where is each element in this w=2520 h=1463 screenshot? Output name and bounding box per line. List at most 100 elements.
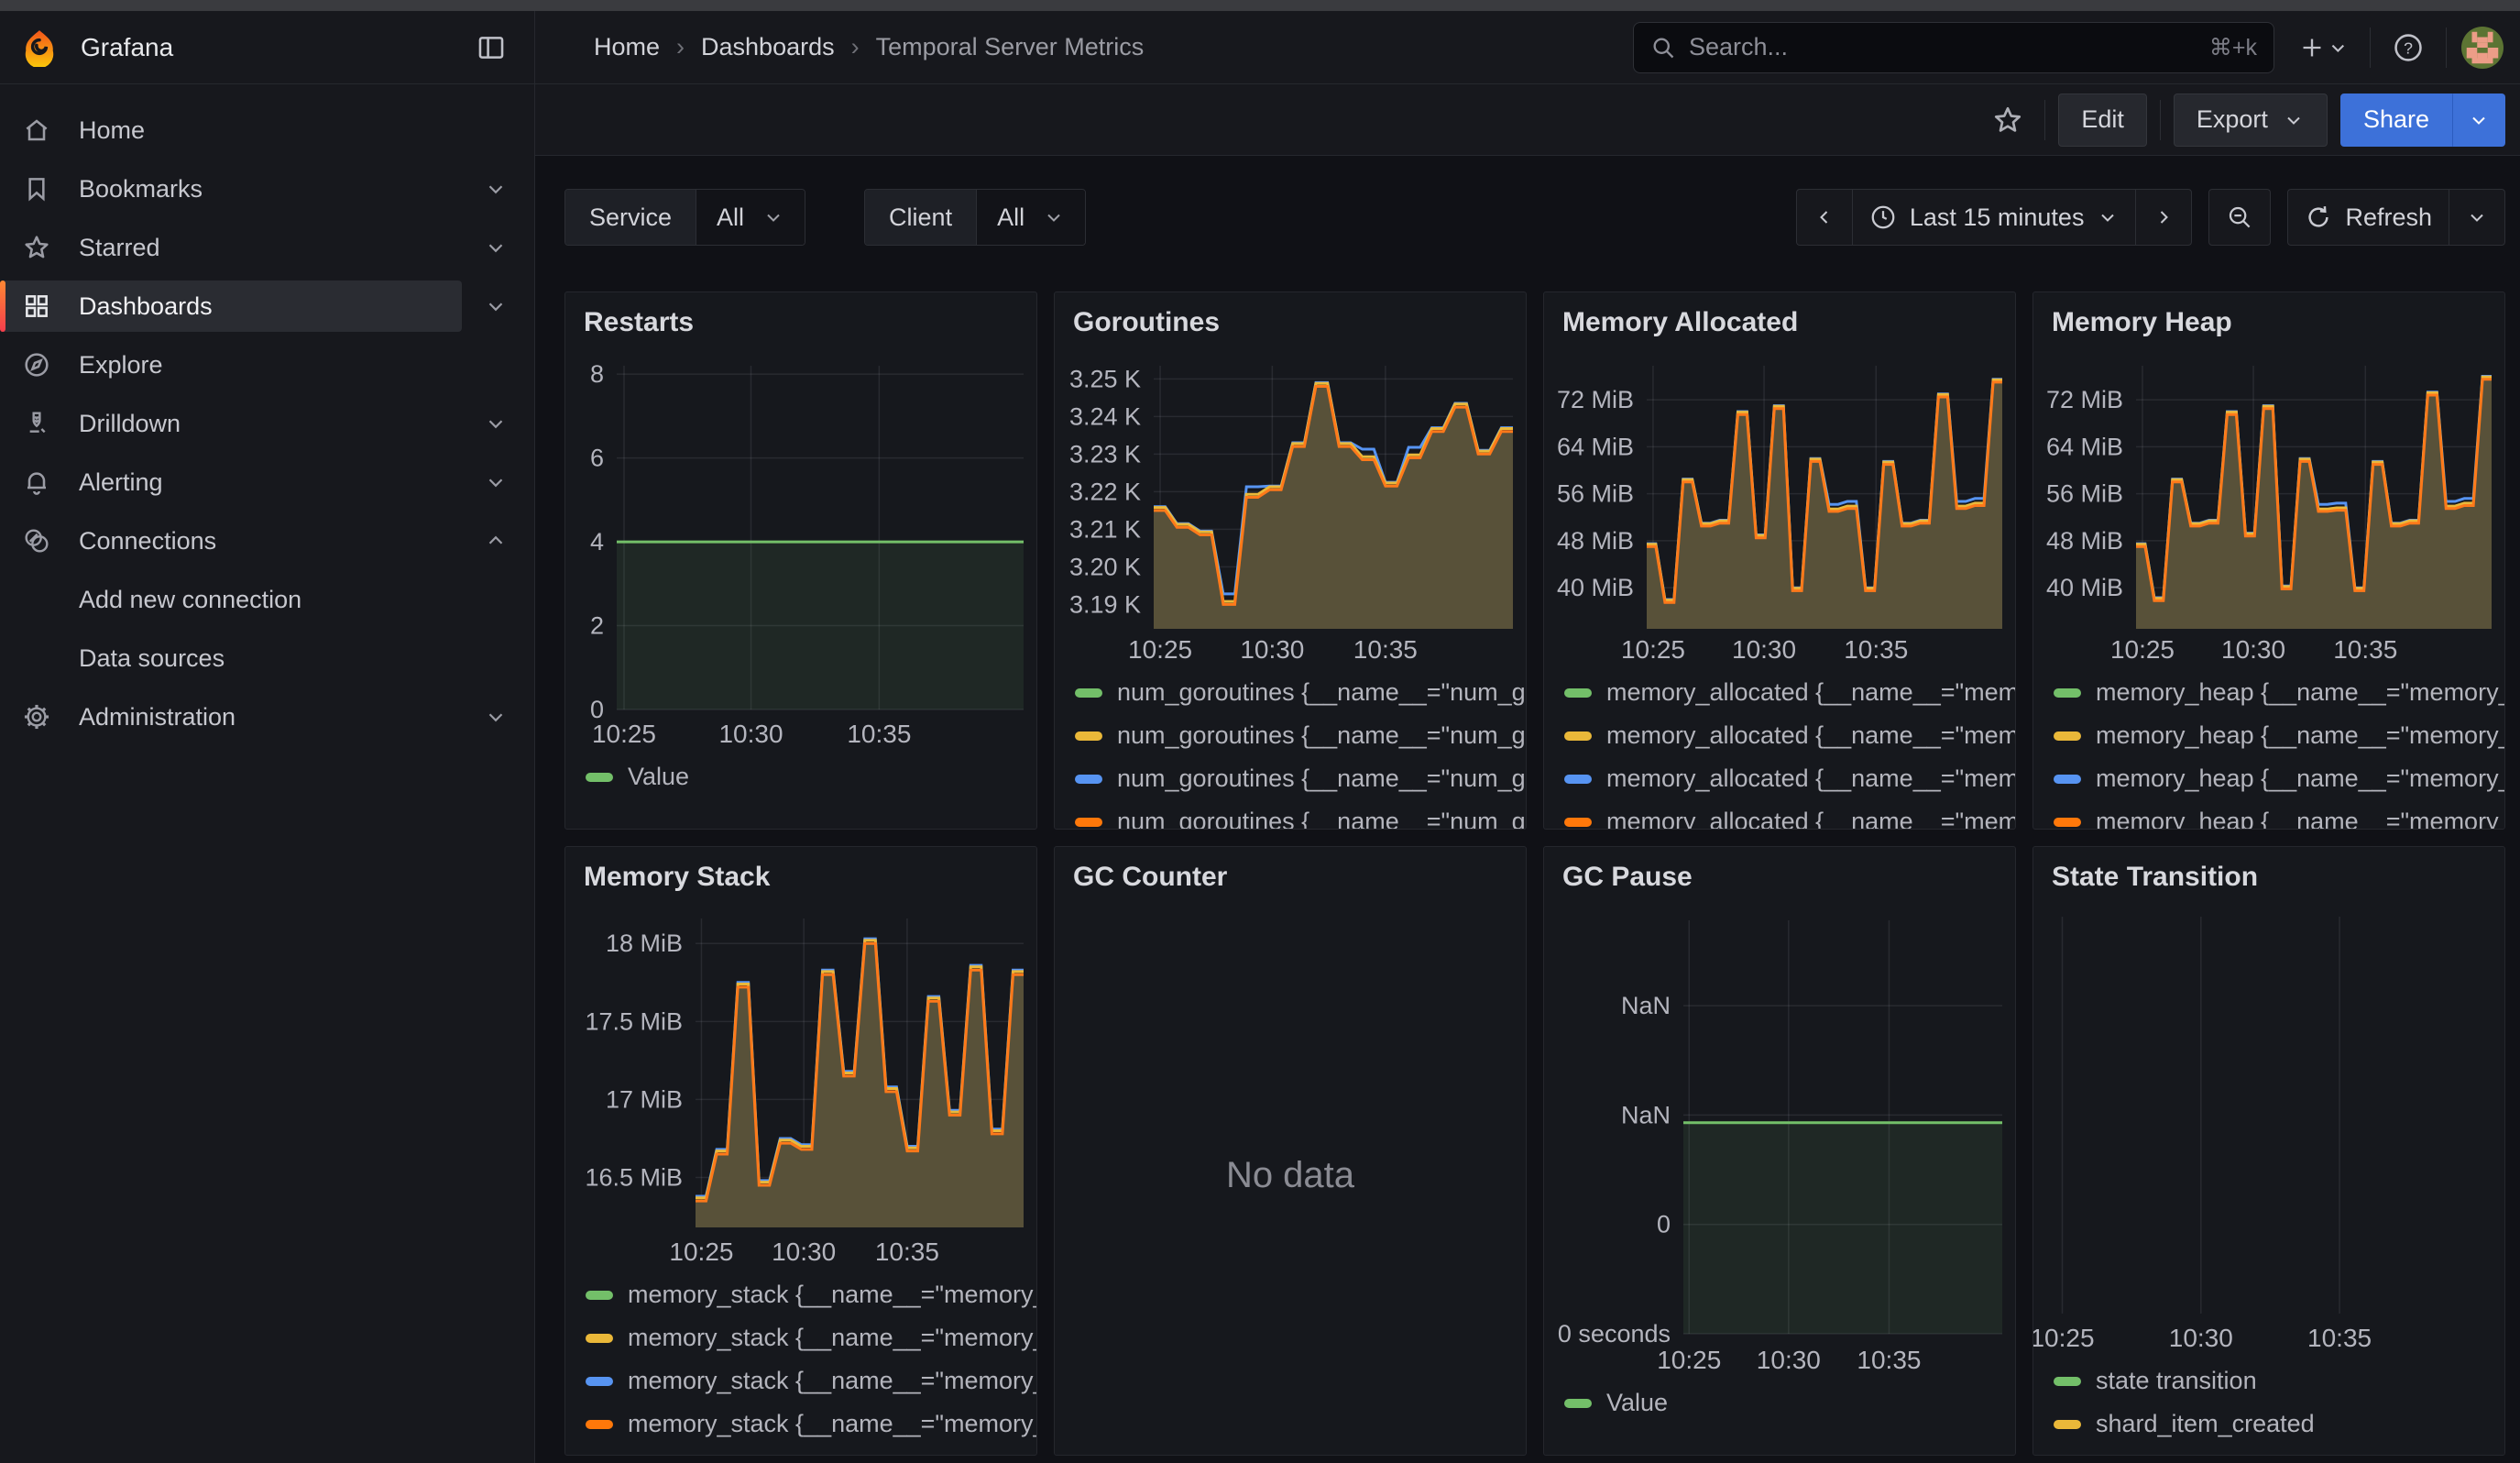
chevron-down-icon[interactable] [479,294,512,318]
variable-service-value[interactable]: All [696,190,805,245]
legend-item[interactable]: num_goroutines {__name__="num_go [1075,800,1526,829]
time-range-group: Last 15 minutes [1796,189,2193,246]
legend-item[interactable]: memory_allocated {__name__="memo [1564,757,2015,800]
legend-item[interactable]: memory_heap {__name__="memory_h [2054,671,2504,714]
help-icon[interactable]: ? [2385,25,2431,71]
gear-icon [22,702,51,732]
legend-color-swatch [2054,1377,2081,1386]
dock-sidebar-icon[interactable] [468,25,514,71]
chevron-down-icon[interactable] [479,705,512,729]
breadcrumb-home[interactable]: Home [594,33,660,61]
legend-item[interactable]: memory_stack {__name__="memory_s [586,1359,1036,1402]
legend-color-swatch [1075,775,1102,784]
variable-client-value[interactable]: All [977,190,1085,245]
chevron-down-icon[interactable] [479,412,512,435]
time-shift-back-button[interactable] [1797,190,1852,245]
panel-memory-heap: Memory Heap 40 MiB48 MiB56 MiB64 MiB72 M… [2032,292,2505,830]
sidebar-item-data-sources[interactable]: Data sources [0,629,534,688]
panel-title[interactable]: Restarts [565,292,1036,342]
legend-item[interactable]: memory_allocated {__name__="memo [1564,800,2015,829]
zoom-out-button[interactable] [2209,190,2270,245]
legend-item[interactable]: num_goroutines {__name__="num_go [1075,714,1526,757]
active-accent-bar [0,280,5,332]
time-shift-forward-button[interactable] [2135,190,2191,245]
legend-item[interactable]: num_goroutines {__name__="num_go [1075,757,1526,800]
share-dropdown-button[interactable] [2452,94,2505,147]
legend-item[interactable]: memory_stack {__name__="memory_s [586,1402,1036,1446]
legend-item[interactable]: memory_heap {__name__="memory_h [2054,714,2504,757]
svg-text:10:25: 10:25 [1621,635,1685,664]
svg-text:40 MiB: 40 MiB [2046,574,2123,601]
user-avatar[interactable] [2461,27,2504,69]
legend-item[interactable]: state transition [2054,1359,2504,1402]
svg-text:72 MiB: 72 MiB [2046,386,2123,413]
sidebar-item-drilldown[interactable]: Drilldown [0,394,534,453]
chevron-down-icon[interactable] [479,177,512,201]
svg-text:10:25: 10:25 [2110,635,2175,664]
legend: Value [565,755,1036,829]
legend-color-swatch [2054,732,2081,741]
share-button[interactable]: Share [2340,94,2452,147]
legend-item[interactable]: Value [1564,1381,2015,1424]
sidebar-item-administration[interactable]: Administration [0,688,534,746]
legend: Value [1544,1381,2015,1455]
export-button[interactable]: Export [2174,94,2328,147]
sidebar-item-bookmarks[interactable]: Bookmarks [0,160,534,218]
refresh-icon [2305,204,2332,231]
dashboard-toolbar: Edit Export Share [535,84,2520,156]
legend-item[interactable]: memory_allocated {__name__="memo [1564,714,2015,757]
chevron-down-icon[interactable] [479,236,512,259]
sidebar-item-starred[interactable]: Starred [0,218,534,277]
clock-icon [1869,204,1897,231]
divider [2370,28,2371,68]
legend-item[interactable]: memory_stack {__name__="memory_s [586,1316,1036,1359]
sidebar-item-add-new-connection[interactable]: Add new connection [0,570,534,629]
chevron-up-icon[interactable] [479,529,512,553]
sidebar-item-alerting[interactable]: Alerting [0,453,534,512]
panel-title[interactable]: Memory Stack [565,847,1036,896]
svg-text:3.22 K: 3.22 K [1069,478,1141,505]
add-new-button[interactable] [2293,27,2355,69]
svg-text:10:35: 10:35 [1857,1346,1921,1374]
panel-title[interactable]: Memory Allocated [1544,292,2015,342]
panel-title[interactable]: GC Counter [1055,847,1526,896]
breadcrumb-dashboards[interactable]: Dashboards [701,33,835,61]
sidebar-item-dashboards[interactable]: Dashboards [0,277,534,336]
legend-item[interactable]: memory_heap {__name__="memory_h [2054,757,2504,800]
sidebar-item-connections[interactable]: Connections [0,512,534,570]
legend-item[interactable]: Value [586,755,1036,798]
favorite-star-icon[interactable] [1984,96,2032,144]
search-input[interactable] [1689,33,2209,61]
svg-text:10:30: 10:30 [1757,1346,1821,1374]
grafana-logo-icon[interactable] [20,28,59,67]
search-box[interactable]: ⌘+k [1633,22,2274,73]
legend-item[interactable]: shard_item_created [2054,1402,2504,1446]
legend-item[interactable]: num_goroutines {__name__="num_go [1075,671,1526,714]
top-nav-right: Home › Dashboards › Temporal Server Metr… [535,11,2520,83]
svg-text:64 MiB: 64 MiB [2046,433,2123,460]
svg-text:10:25: 10:25 [592,720,656,748]
time-range-picker[interactable]: Last 15 minutes [1852,190,2136,245]
legend-color-swatch [1075,732,1102,741]
panel-title[interactable]: Memory Heap [2033,292,2504,342]
legend-item[interactable]: memory_allocated {__name__="memo [1564,671,2015,714]
brand-name[interactable]: Grafana [81,33,173,62]
edit-button[interactable]: Edit [2058,94,2147,147]
chevron-down-icon[interactable] [479,470,512,494]
breadcrumb-separator: › [851,33,860,61]
panel-title[interactable]: State Transition [2033,847,2504,896]
refresh-button[interactable]: Refresh [2288,190,2449,245]
svg-text:56 MiB: 56 MiB [1557,480,1634,508]
sidebar-item-home[interactable]: Home [0,101,534,160]
legend-item[interactable]: memory_heap {__name__="memory_h [2054,800,2504,829]
divider [2044,100,2045,140]
legend-color-swatch [1564,1399,1592,1408]
svg-text:10:30: 10:30 [2169,1324,2233,1352]
panel-title[interactable]: Goroutines [1055,292,1526,342]
panel-title[interactable]: GC Pause [1544,847,2015,896]
sidebar: Home Bookmarks Starred [0,84,535,1463]
legend-item[interactable]: memory_stack {__name__="memory_s [586,1273,1036,1316]
breadcrumb-separator: › [676,33,685,61]
refresh-interval-dropdown[interactable] [2449,190,2504,245]
sidebar-item-explore[interactable]: Explore [0,336,534,394]
